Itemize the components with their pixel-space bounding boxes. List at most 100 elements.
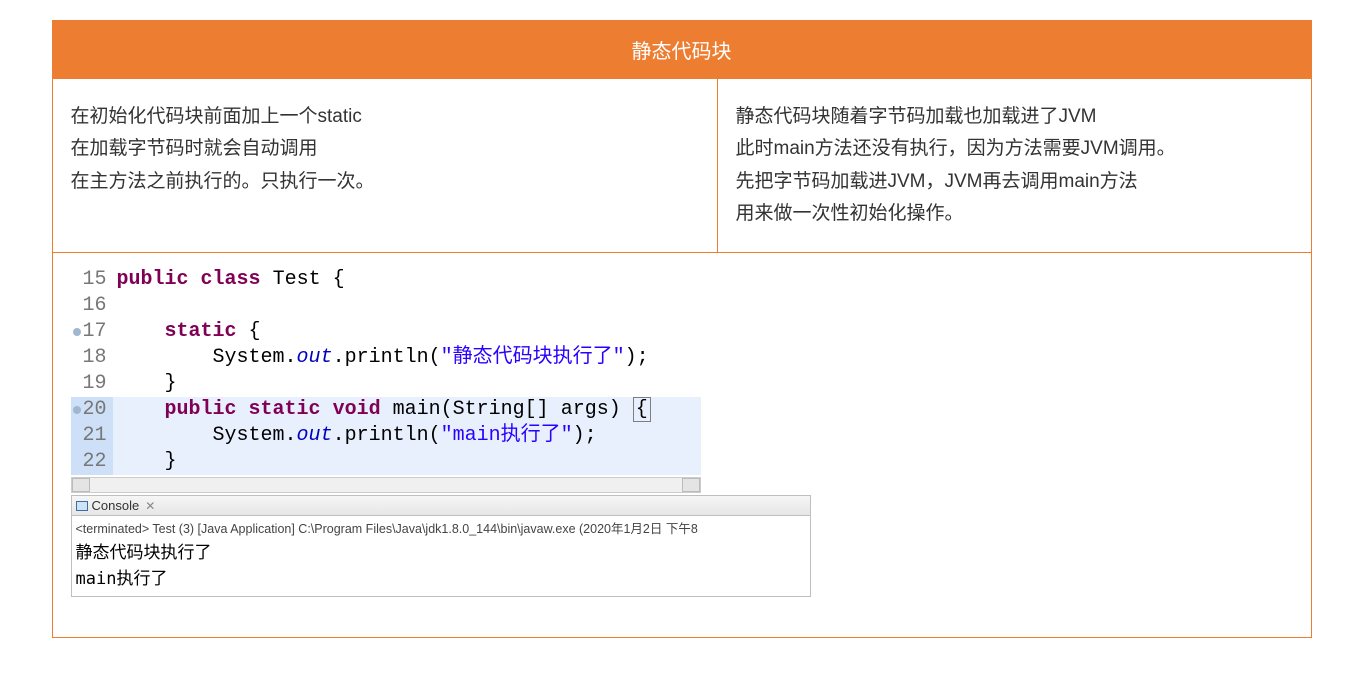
code-19: }: [113, 371, 701, 397]
right-description-cell: 静态代码块随着字节码加载也加载进了JVM 此时main方法还没有执行，因为方法需…: [718, 79, 1311, 252]
rparen: ): [609, 398, 621, 421]
cls-system: System: [213, 346, 285, 369]
code-line-19: 19 }: [71, 371, 701, 397]
space: [189, 268, 201, 291]
console-output-line-1: 静态代码块执行了: [76, 541, 806, 567]
arg-args: args: [561, 398, 609, 421]
code-line-15: 15 public class Test {: [71, 267, 701, 293]
lineno: 21: [82, 424, 106, 447]
semicolon: ;: [637, 346, 649, 369]
console-panel: Console ✕ <terminated> Test (3) [Java Ap…: [71, 495, 811, 597]
gutter-20: 20: [71, 397, 113, 423]
kw-public: public: [165, 398, 237, 421]
type-string: String: [453, 398, 525, 421]
space: [381, 398, 393, 421]
gutter-18: 18: [71, 345, 113, 371]
fold-marker-icon: [73, 328, 81, 336]
field-out: out: [297, 424, 333, 447]
gutter-15: 15: [71, 267, 113, 293]
left-line-1: 在初始化代码块前面加上一个static: [71, 101, 699, 133]
left-line-3: 在主方法之前执行的。只执行一次。: [71, 166, 699, 198]
lineno: 18: [82, 346, 106, 369]
header-title: 静态代码块: [632, 41, 732, 63]
code-line-21: 21 System.out.println("main执行了");: [71, 423, 701, 449]
gutter-16: 16: [71, 293, 113, 319]
dot: .: [333, 346, 345, 369]
string-literal-1: "静态代码块执行了": [441, 346, 625, 369]
right-line-2: 此时main方法还没有执行，因为方法需要JVM调用。: [736, 133, 1293, 165]
lineno: 19: [82, 372, 106, 395]
lparen: (: [429, 346, 441, 369]
gutter-17: 17: [71, 319, 113, 345]
space: [261, 268, 273, 291]
cls-system: System: [213, 424, 285, 447]
code-line-20: 20 public static void main(String[] args…: [71, 397, 701, 423]
field-out: out: [297, 346, 333, 369]
fold-marker-icon: [73, 406, 81, 414]
code-21: System.out.println("main执行了");: [113, 423, 701, 449]
console-output: 静态代码块执行了 main执行了: [71, 539, 811, 597]
code-editor: 15 public class Test { 16 17 static { 18…: [71, 267, 701, 475]
method-println: println: [345, 346, 429, 369]
brace-close: }: [165, 372, 177, 395]
console-output-line-2: main执行了: [76, 567, 806, 593]
close-icon[interactable]: ✕: [145, 499, 155, 513]
table-container: 静态代码块 在初始化代码块前面加上一个static 在加载字节码时就会自动调用 …: [52, 20, 1312, 638]
gutter-21: 21: [71, 423, 113, 449]
dot: .: [285, 346, 297, 369]
code-line-18: 18 System.out.println("静态代码块执行了");: [71, 345, 701, 371]
left-line-2: 在加载字节码时就会自动调用: [71, 133, 699, 165]
array-brackets: []: [525, 398, 549, 421]
dot: .: [285, 424, 297, 447]
lparen: (: [429, 424, 441, 447]
method-println: println: [345, 424, 429, 447]
brace-close: }: [165, 450, 177, 473]
code-row: 15 public class Test { 16 17 static { 18…: [53, 252, 1311, 637]
code-20: public static void main(String[] args) {: [113, 397, 701, 423]
lineno: 20: [82, 398, 106, 421]
kw-static: static: [249, 398, 321, 421]
dot: .: [333, 424, 345, 447]
left-description-cell: 在初始化代码块前面加上一个static 在加载字节码时就会自动调用 在主方法之前…: [53, 79, 718, 252]
code-22: }: [113, 449, 701, 475]
method-main: main: [393, 398, 441, 421]
console-icon: [76, 501, 88, 511]
space: [621, 398, 633, 421]
code-line-16: 16: [71, 293, 701, 319]
kw-public: public: [117, 268, 189, 291]
space: [321, 398, 333, 421]
lineno: 22: [82, 450, 106, 473]
horizontal-scrollbar[interactable]: [71, 477, 701, 493]
semicolon: ;: [585, 424, 597, 447]
space: [237, 320, 249, 343]
code-17: static {: [113, 319, 701, 345]
kw-static: static: [165, 320, 237, 343]
right-line-4: 用来做一次性初始化操作。: [736, 198, 1293, 230]
lparen: (: [441, 398, 453, 421]
gutter-19: 19: [71, 371, 113, 397]
string-literal-2: "main执行了": [441, 424, 573, 447]
space: [549, 398, 561, 421]
lineno: 16: [82, 294, 106, 317]
code-18: System.out.println("静态代码块执行了");: [113, 345, 701, 371]
description-row: 在初始化代码块前面加上一个static 在加载字节码时就会自动调用 在主方法之前…: [53, 79, 1311, 252]
rparen: ): [625, 346, 637, 369]
gutter-22: 22: [71, 449, 113, 475]
kw-class: class: [201, 268, 261, 291]
brace-open: {: [333, 268, 345, 291]
space: [237, 398, 249, 421]
code-line-22: 22 }: [71, 449, 701, 475]
right-line-1: 静态代码块随着字节码加载也加载进了JVM: [736, 101, 1293, 133]
rparen: ): [573, 424, 585, 447]
brace-open-highlighted: {: [633, 397, 651, 422]
code-line-17: 17 static {: [71, 319, 701, 345]
console-status-line: <terminated> Test (3) [Java Application]…: [71, 516, 811, 539]
console-tab[interactable]: Console ✕: [71, 495, 811, 516]
lineno: 17: [82, 320, 106, 343]
table-header-cell: 静态代码块: [53, 21, 1311, 79]
code-15: public class Test {: [113, 267, 701, 293]
lineno: 15: [82, 268, 106, 291]
right-line-3: 先把字节码加载进JVM，JVM再去调用main方法: [736, 166, 1293, 198]
classname-test: Test: [273, 268, 321, 291]
brace-open: {: [249, 320, 261, 343]
